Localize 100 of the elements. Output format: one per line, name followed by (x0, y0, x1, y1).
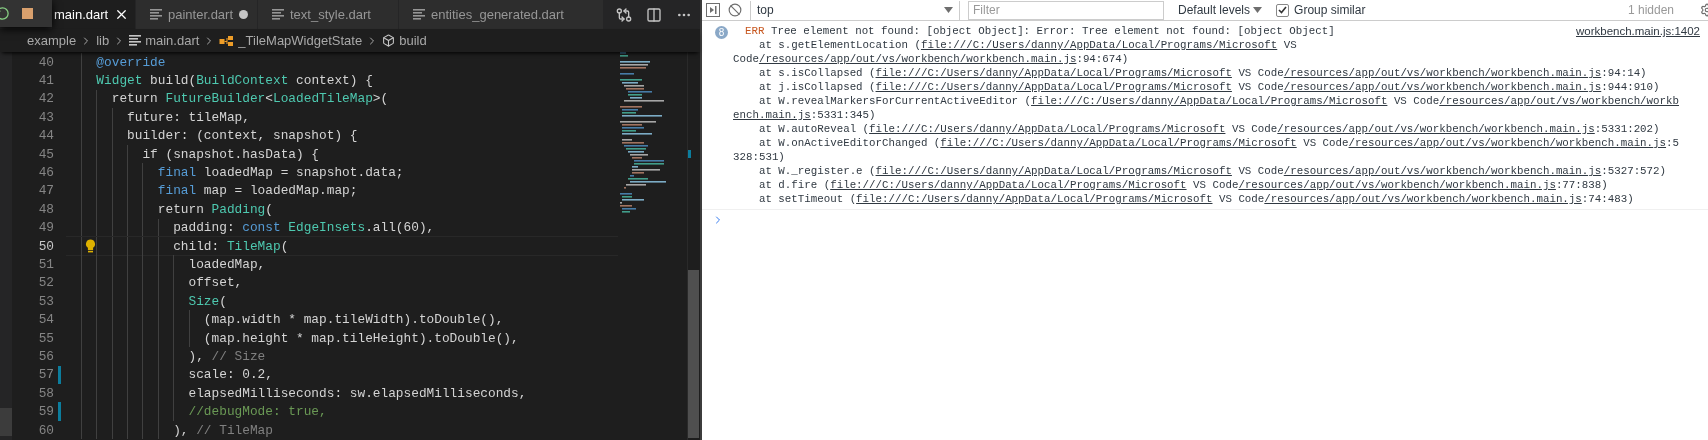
stack-text: VS Code (1237, 80, 1284, 94)
checkbox[interactable] (1276, 3, 1290, 17)
line-number: 58 (37, 385, 55, 401)
line-number: 56 (37, 348, 55, 364)
file-link[interactable]: file:///C:/Users/danny/AppData/Local/Programs/Microsoft (875, 164, 1232, 178)
stack-text: :5327:572) (1601, 164, 1667, 178)
file-link[interactable]: file:///C:/Users/danny/AppData/Local/Programs/Microsoft (830, 178, 1187, 192)
editor-tab[interactable]: painter.dart (136, 0, 258, 29)
breadcrumb-item[interactable]: lib (96, 33, 110, 48)
file-link[interactable]: file:///C:/Users/danny/AppData/Local/Programs/Microsoft (869, 122, 1226, 136)
stack-text: Tree element not found: [object Object]: Error: Tree element not found: [object Object] (769, 24, 1335, 38)
split-editor-icon[interactable] (646, 6, 662, 23)
caret-icon (944, 7, 953, 13)
file-link[interactable]: /resources/app/out/vs/workbench/workbench.main.js (1283, 164, 1602, 178)
stack-text: 328:531) (733, 150, 785, 164)
line-number: 45 (37, 146, 55, 162)
file-link[interactable]: file:///C:/Users/danny/AppData/Local/Programs/Microsoft (1031, 94, 1388, 108)
code-line: Widget build(BuildContext context) { (96, 73, 373, 89)
stack-text: at W.autoReveal ( (757, 122, 870, 136)
code-line: (map.width * map.tileWidth).toDouble(), (203, 312, 504, 328)
code-line: offset, (188, 275, 243, 291)
stack-text: VS Code (1237, 164, 1284, 178)
code-line: loadedMap, (188, 257, 266, 272)
filter-field[interactable]: Filter (968, 0, 1164, 20)
lightbulb-icon[interactable] (85, 238, 96, 253)
stack-text: at W._register.e ( (757, 164, 876, 178)
file-link[interactable]: file:///C:/Users/danny/AppData/Local/Programs/Microsoft (856, 192, 1213, 206)
file-link[interactable]: ench.main.js (733, 108, 811, 122)
checkbox-label: Group similar (1294, 3, 1366, 17)
code-line: //debugMode: true, (188, 404, 327, 420)
stack-text: :94:14) (1601, 66, 1647, 80)
stack-text: at W.revealMarkersForCurrentActiveEditor ( (757, 94, 1032, 108)
file-link[interactable]: /resources/app/out/vs/workbench/workbench.main.js (1264, 192, 1582, 206)
hidden-count: 1 hidden (1627, 3, 1675, 17)
file-link[interactable]: file:///C:/Users/danny/AppData/Local/Programs/Microsoft (875, 66, 1232, 80)
repeat-count-badge: 8 (715, 26, 728, 39)
stack-text: :74:483) (1581, 192, 1634, 206)
context-select[interactable]: top (750, 0, 960, 20)
file-link[interactable]: /resources/app/out/vs/workbench/workbench.main.js (1238, 178, 1556, 192)
stack-text: :5331:345) (810, 108, 876, 122)
code-line: return FutureBuilder<LoadedTileMap>( (111, 91, 389, 107)
breadcrumb-item[interactable]: build (399, 33, 427, 48)
source-link[interactable]: workbench.main.js:1402 (1576, 24, 1700, 38)
cube-icon (382, 34, 396, 47)
stack-text: at setTimeout ( (757, 192, 857, 206)
line-number: 53 (37, 293, 55, 309)
stack-text: VS Code (1230, 122, 1278, 136)
clear-console-icon[interactable] (728, 3, 742, 17)
line-number: 52 (37, 275, 55, 291)
line-number: 48 (37, 201, 55, 217)
line-number: 46 (37, 165, 55, 181)
code-line: child: TileMap( (173, 238, 289, 254)
line-number: 55 (37, 330, 55, 346)
breadcrumb-item[interactable]: _TileMapWidgetState (238, 33, 363, 48)
file-link[interactable]: file:///C:/Users/danny/AppData/Local/Programs/Microsoft (875, 80, 1232, 94)
editor-tab[interactable]: entities_generated.dart (399, 0, 604, 29)
file-link[interactable]: /resources/app/out/vs/workbench/workbench.main.js (1283, 66, 1602, 80)
line-number: 60 (37, 422, 55, 438)
line-number: 54 (37, 312, 55, 328)
stack-text: at W.onActiveEditorChanged ( (757, 136, 941, 150)
stack-text: Code (733, 52, 759, 66)
breadcrumb-item[interactable]: main.dart (145, 33, 200, 48)
stack-text: :77:838) (1555, 178, 1608, 192)
line-number: 49 (37, 220, 55, 236)
file-link[interactable]: /resources/app/out/vs/workbench/workb (1439, 94, 1679, 108)
error-level-label: ERR (745, 24, 765, 38)
stack-text: at s.isCollapsed ( (757, 66, 876, 80)
line-number: 43 (37, 109, 55, 125)
line-number: 42 (37, 91, 55, 107)
sidebar-toggle-icon[interactable] (706, 3, 720, 17)
file-lines-icon (413, 9, 425, 20)
line-number: 44 (37, 128, 55, 144)
file-lines-icon (129, 35, 142, 46)
file-link[interactable]: file:///C:/Users/danny/AppData/Local/Programs/Microsoft (940, 136, 1297, 150)
file-link[interactable]: /resources/app/out/vs/workbench/workbench.main.js (1283, 80, 1602, 94)
stack-text: VS Code (1217, 192, 1265, 206)
caret-icon (1253, 7, 1263, 13)
stack-text: at j.isCollapsed ( (757, 80, 876, 94)
code-line: Size( (188, 293, 227, 309)
code-line: final loadedMap = snapshot.data; (157, 165, 404, 181)
stack-text: at d.fire ( (757, 178, 831, 192)
stack-text: VS (1282, 38, 1297, 52)
stack-text: :944:910) (1601, 80, 1660, 94)
breadcrumb-item[interactable]: example (27, 33, 77, 48)
code-line: padding: const EdgeInsets.all(60), (173, 220, 435, 236)
line-number: 41 (37, 73, 55, 89)
stack-text: :5331:202) (1594, 122, 1660, 136)
file-link[interactable]: /resources/app/out/vs/workbench/workbench.main.js (1348, 136, 1667, 150)
file-link[interactable]: /resources/app/out/vs/workbench/workbench.main.js (1277, 122, 1595, 136)
file-link[interactable]: /resources/app/out/vs/workbench/workbench.main.js (758, 52, 1077, 66)
code-line: ), // TileMap (173, 422, 273, 438)
line-number: 51 (37, 257, 55, 272)
code-line: return Padding( (157, 201, 273, 217)
editor-tab[interactable]: main.dart (52, 0, 136, 29)
file-link[interactable]: file:///C:/Users/danny/AppData/Local/Programs/Microsoft (920, 38, 1278, 52)
activity-bar-edge (0, 408, 12, 436)
levels-dropdown[interactable]: Default levels (1172, 3, 1269, 17)
editor-tab[interactable]: text_style.dart (258, 0, 399, 29)
code-line: ), // Size (188, 348, 266, 364)
compare-icon[interactable] (616, 6, 632, 23)
